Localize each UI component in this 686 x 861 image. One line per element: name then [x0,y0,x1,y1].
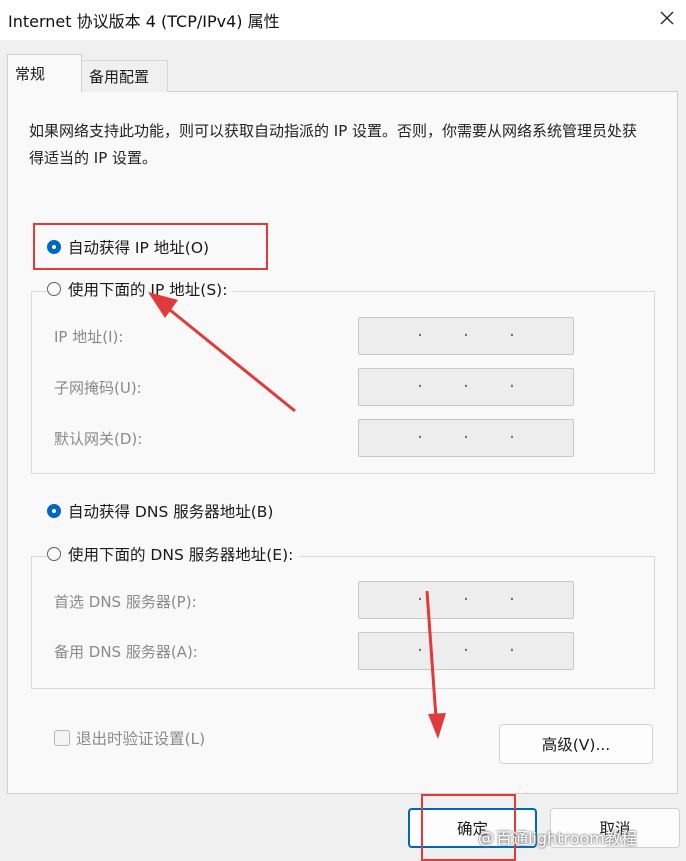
red-arrow-annotation [425,590,446,739]
at-icon: @ [478,827,494,847]
red-arrow-annotation-layer [148,292,446,739]
red-arrow-annotation [148,292,296,413]
tab-general[interactable]: 常规 [7,54,82,92]
watermark: @ 百通lightroom教程 [478,825,637,849]
watermark-text: 百通lightroom教程 [496,829,637,848]
